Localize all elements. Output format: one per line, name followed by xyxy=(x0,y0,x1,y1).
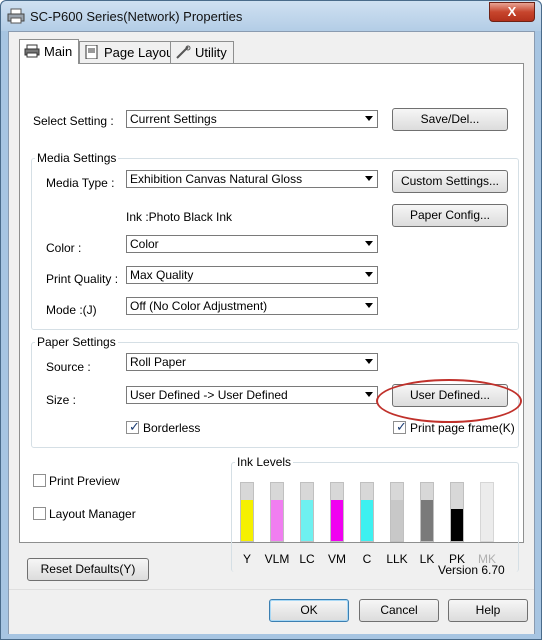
layout-manager-checkbox[interactable] xyxy=(33,507,46,520)
ink-fill-lc xyxy=(301,500,313,541)
print-page-frame-label: Print page frame(K) xyxy=(410,421,515,435)
version-text: Version 6.70 xyxy=(438,563,505,577)
ink-label-y: Y xyxy=(242,552,251,566)
print-page-frame-checkbox[interactable]: ✓ xyxy=(393,419,407,434)
ink-fill-llk xyxy=(391,500,403,541)
color-label: Color : xyxy=(46,241,82,255)
color-dropdown[interactable]: Color xyxy=(126,235,378,253)
chevron-down-icon xyxy=(365,359,373,364)
checkmark-icon: ✓ xyxy=(129,419,140,434)
mode-label: Mode :(J) xyxy=(46,303,97,317)
tab-main-label: Main xyxy=(44,44,73,59)
ink-fill-lk xyxy=(421,500,433,541)
ink-fill-pk xyxy=(451,509,463,541)
paper-settings-title: Paper Settings xyxy=(35,335,118,349)
ink-bar-llk xyxy=(390,482,404,542)
page-layout-icon xyxy=(85,45,98,59)
ink-fill-vm xyxy=(331,500,343,541)
ink-bar-mk xyxy=(480,482,494,542)
cancel-button[interactable]: Cancel xyxy=(359,599,439,622)
main-tab-panel: Select Setting : Current Settings Save/D… xyxy=(19,63,524,572)
tab-page-layout-label: Page Layout xyxy=(104,45,178,60)
help-button[interactable]: Help xyxy=(448,599,528,622)
layout-manager-label: Layout Manager xyxy=(49,507,136,521)
ink-bar-vlm xyxy=(270,482,284,542)
source-dropdown[interactable]: Roll Paper xyxy=(126,353,378,371)
checkmark-icon: ✓ xyxy=(396,419,407,434)
ink-levels-title: Ink Levels xyxy=(235,455,294,469)
chevron-down-icon xyxy=(365,272,373,277)
print-quality-dropdown[interactable]: Max Quality xyxy=(126,266,378,284)
media-type-label: Media Type : xyxy=(46,176,115,190)
ink-label-c: C xyxy=(362,552,372,566)
color-value: Color xyxy=(130,237,159,251)
title-bar[interactable]: SC-P600 Series(Network) Properties X xyxy=(1,1,541,31)
window-title: SC-P600 Series(Network) Properties xyxy=(30,9,243,24)
tab-main[interactable]: Main xyxy=(19,39,80,64)
dialog-client: Main Page Layout Utility Select Setting … xyxy=(8,31,535,634)
ink-fill-y xyxy=(241,500,253,541)
ink-fill-vlm xyxy=(271,500,283,541)
mode-value: Off (No Color Adjustment) xyxy=(130,299,268,313)
ink-bar-pk xyxy=(450,482,464,542)
chevron-down-icon xyxy=(365,392,373,397)
tab-page-layout[interactable]: Page Layout xyxy=(79,41,185,63)
print-preview-checkbox[interactable] xyxy=(33,474,46,487)
borderless-label: Borderless xyxy=(143,421,201,435)
media-type-dropdown[interactable]: Exhibition Canvas Natural Gloss xyxy=(126,170,378,188)
media-settings-title: Media Settings xyxy=(35,151,119,165)
properties-window: SC-P600 Series(Network) Properties X Mai… xyxy=(0,0,542,640)
save-del-button[interactable]: Save/Del... xyxy=(392,108,508,131)
ink-label-vlm: VLM xyxy=(264,552,290,566)
size-value: User Defined -> User Defined xyxy=(130,388,288,402)
chevron-down-icon xyxy=(365,241,373,246)
tab-utility[interactable]: Utility xyxy=(170,41,234,63)
print-quality-label: Print Quality : xyxy=(46,272,119,286)
size-label: Size : xyxy=(46,393,77,407)
ink-type-text: Ink :Photo Black Ink xyxy=(126,210,233,224)
source-label: Source : xyxy=(46,360,91,374)
custom-settings-button[interactable]: Custom Settings... xyxy=(392,170,508,193)
borderless-checkbox[interactable]: ✓ xyxy=(126,419,140,434)
chevron-down-icon xyxy=(365,116,373,121)
ink-bar-y xyxy=(240,482,254,542)
reset-defaults-button[interactable]: Reset Defaults(Y) xyxy=(27,558,149,581)
ink-bar-lk xyxy=(420,482,434,542)
select-setting-value: Current Settings xyxy=(130,112,217,126)
printer-icon xyxy=(7,8,25,24)
tab-utility-label: Utility xyxy=(195,45,227,60)
source-value: Roll Paper xyxy=(130,355,187,369)
chevron-down-icon xyxy=(365,176,373,181)
annotation-highlight-ellipse xyxy=(376,379,522,423)
utility-icon xyxy=(176,45,191,59)
ink-label-lc: LC xyxy=(299,552,315,566)
mode-dropdown[interactable]: Off (No Color Adjustment) xyxy=(126,297,378,315)
ink-bar-c xyxy=(360,482,374,542)
print-preview-label: Print Preview xyxy=(49,474,120,488)
select-setting-label: Select Setting : xyxy=(33,114,114,128)
ink-bar-lc xyxy=(300,482,314,542)
paper-config-button[interactable]: Paper Config... xyxy=(392,204,508,227)
media-type-value: Exhibition Canvas Natural Gloss xyxy=(130,172,303,186)
chevron-down-icon xyxy=(365,303,373,308)
print-quality-value: Max Quality xyxy=(130,268,194,282)
ink-fill-c xyxy=(361,500,373,541)
ok-button[interactable]: OK xyxy=(269,599,349,622)
printer-icon xyxy=(24,44,40,58)
ink-label-vm: VM xyxy=(328,552,346,566)
ink-bar-vm xyxy=(330,482,344,542)
close-button[interactable]: X xyxy=(489,2,535,22)
ink-label-llk: LLK xyxy=(386,552,408,566)
size-dropdown[interactable]: User Defined -> User Defined xyxy=(126,386,378,404)
select-setting-dropdown[interactable]: Current Settings xyxy=(126,110,378,128)
